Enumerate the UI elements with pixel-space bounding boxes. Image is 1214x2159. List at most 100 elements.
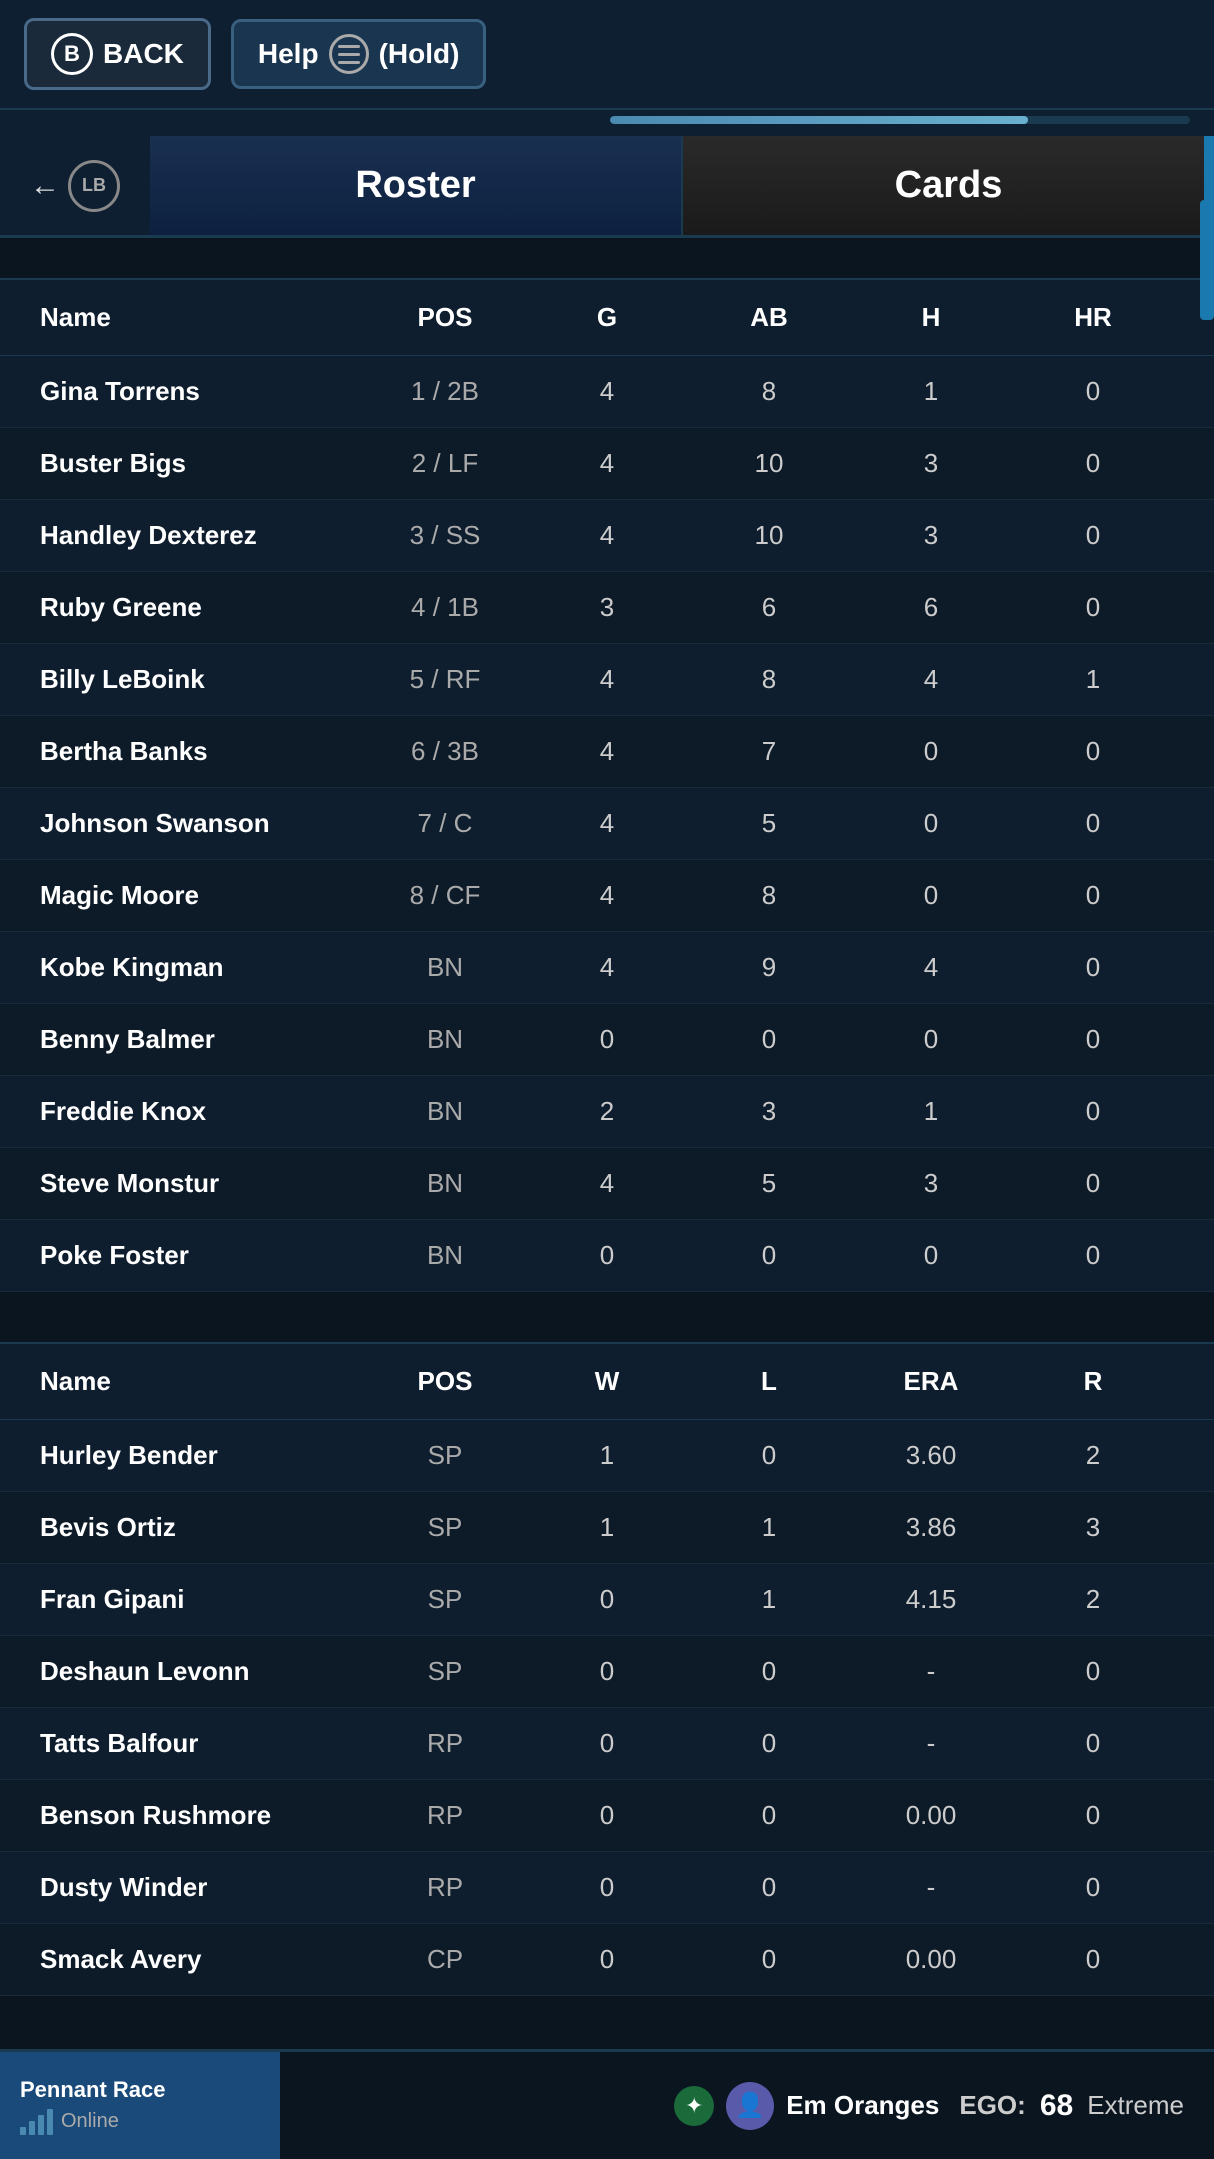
table-row[interactable]: Buster Bigs 2 / LF 4 10 3 0: [0, 428, 1214, 500]
table-row[interactable]: Ruby Greene 4 / 1B 3 6 6 0: [0, 572, 1214, 644]
batter-pos: 5 / RF: [364, 664, 526, 695]
table-row[interactable]: Hurley Bender SP 1 0 3.60 2: [0, 1420, 1214, 1492]
table-row[interactable]: Johnson Swanson 7 / C 4 5 0 0: [0, 788, 1214, 860]
batter-hr: 0: [1012, 1168, 1174, 1199]
table-row[interactable]: Kobe Kingman BN 4 9 4 0: [0, 932, 1214, 1004]
batter-ab: 0: [688, 1240, 850, 1271]
batter-g: 0: [526, 1024, 688, 1055]
tab-roster[interactable]: Roster: [150, 136, 683, 235]
pitcher-w: 0: [526, 1584, 688, 1615]
progress-bar-container: [610, 116, 1190, 124]
cards-tab-label: Cards: [895, 164, 1003, 206]
pitcher-w: 0: [526, 1800, 688, 1831]
pitcher-name: Hurley Bender: [40, 1440, 364, 1471]
table-row[interactable]: Smack Avery CP 0 0 0.00 0: [0, 1924, 1214, 1996]
batters-header-h: H: [850, 302, 1012, 333]
batter-g: 4: [526, 664, 688, 695]
batter-name: Billy LeBoink: [40, 664, 364, 695]
pitcher-name: Smack Avery: [40, 1944, 364, 1975]
batter-hr: 1: [1012, 664, 1174, 695]
table-row[interactable]: Deshaun Levonn SP 0 0 - 0: [0, 1636, 1214, 1708]
signal-bars-icon: [20, 2109, 53, 2135]
batter-pos: BN: [364, 1096, 526, 1127]
batters-header-pos: POS: [364, 302, 526, 333]
pitcher-w: 0: [526, 1872, 688, 1903]
pitcher-pos: SP: [364, 1440, 526, 1471]
batter-hr: 0: [1012, 448, 1174, 479]
batter-pos: 2 / LF: [364, 448, 526, 479]
b-button-icon: B: [51, 33, 93, 75]
left-arrow-icon: ←: [30, 169, 60, 203]
roster-tab-label: Roster: [355, 164, 475, 206]
pitcher-era: 3.60: [850, 1440, 1012, 1471]
batter-pos: 3 / SS: [364, 520, 526, 551]
table-row[interactable]: Fran Gipani SP 0 1 4.15 2: [0, 1564, 1214, 1636]
pitchers-header-pos: POS: [364, 1366, 526, 1397]
table-row[interactable]: Handley Dexterez 3 / SS 4 10 3 0: [0, 500, 1214, 572]
table-row[interactable]: Bertha Banks 6 / 3B 4 7 0 0: [0, 716, 1214, 788]
batter-h: 1: [850, 376, 1012, 407]
ego-label: EGO:: [959, 2090, 1025, 2121]
batter-g: 4: [526, 448, 688, 479]
batter-name: Steve Monstur: [40, 1168, 364, 1199]
pitcher-pos: RP: [364, 1728, 526, 1759]
progress-bar-fill: [610, 116, 1028, 124]
table-row[interactable]: Steve Monstur BN 4 5 3 0: [0, 1148, 1214, 1220]
help-button[interactable]: Help (Hold): [231, 19, 487, 89]
pitcher-w: 0: [526, 1728, 688, 1759]
batter-hr: 0: [1012, 376, 1174, 407]
batter-hr: 0: [1012, 520, 1174, 551]
batter-h: 4: [850, 952, 1012, 983]
ego-info: EGO: 68 Extreme: [959, 2089, 1184, 2123]
online-label: Online: [61, 2110, 119, 2133]
b-label: B: [64, 41, 80, 67]
pitcher-pos: CP: [364, 1944, 526, 1975]
pitcher-name: Dusty Winder: [40, 1872, 364, 1903]
table-row[interactable]: Magic Moore 8 / CF 4 8 0 0: [0, 860, 1214, 932]
batter-pos: 7 / C: [364, 808, 526, 839]
batter-name: Poke Foster: [40, 1240, 364, 1271]
batter-g: 4: [526, 1168, 688, 1199]
pitcher-l: 0: [688, 1440, 850, 1471]
pitcher-l: 1: [688, 1512, 850, 1543]
ego-value: 68: [1040, 2089, 1073, 2123]
back-button[interactable]: B BACK: [24, 18, 211, 90]
pitcher-name: Bevis Ortiz: [40, 1512, 364, 1543]
table-row[interactable]: Poke Foster BN 0 0 0 0: [0, 1220, 1214, 1292]
avatar-icon: 👤: [726, 2082, 774, 2130]
batter-g: 4: [526, 952, 688, 983]
table-row[interactable]: Benny Balmer BN 0 0 0 0: [0, 1004, 1214, 1076]
table-row[interactable]: Billy LeBoink 5 / RF 4 8 4 1: [0, 644, 1214, 716]
batters-header-g: G: [526, 302, 688, 333]
batter-h: 0: [850, 1024, 1012, 1055]
table-row[interactable]: Gina Torrens 1 / 2B 4 8 1 0: [0, 356, 1214, 428]
table-row[interactable]: Freddie Knox BN 2 3 1 0: [0, 1076, 1214, 1148]
pitcher-name: Deshaun Levonn: [40, 1656, 364, 1687]
batter-pos: 8 / CF: [364, 880, 526, 911]
table-row[interactable]: Dusty Winder RP 0 0 - 0: [0, 1852, 1214, 1924]
batters-header-hr: HR: [1012, 302, 1174, 333]
pitcher-pos: SP: [364, 1584, 526, 1615]
tab-cards[interactable]: Cards: [683, 136, 1214, 235]
batter-name: Kobe Kingman: [40, 952, 364, 983]
pitcher-era: 0.00: [850, 1800, 1012, 1831]
table-row[interactable]: Benson Rushmore RP 0 0 0.00 0: [0, 1780, 1214, 1852]
table-row[interactable]: Tatts Balfour RP 0 0 - 0: [0, 1708, 1214, 1780]
menu-icon: [329, 34, 369, 74]
pitchers-header-name: Name: [40, 1366, 364, 1397]
table-row[interactable]: Bevis Ortiz SP 1 1 3.86 3: [0, 1492, 1214, 1564]
batter-g: 4: [526, 376, 688, 407]
pitcher-l: 0: [688, 1944, 850, 1975]
pitcher-w: 0: [526, 1656, 688, 1687]
pitcher-r: 0: [1012, 1800, 1174, 1831]
batters-rows: Gina Torrens 1 / 2B 4 8 1 0 Buster Bigs …: [0, 356, 1214, 1292]
batter-h: 0: [850, 736, 1012, 767]
batter-ab: 9: [688, 952, 850, 983]
batter-name: Benny Balmer: [40, 1024, 364, 1055]
lb-button[interactable]: ← LB: [0, 136, 150, 235]
pitcher-w: 1: [526, 1512, 688, 1543]
pitcher-r: 0: [1012, 1872, 1174, 1903]
scroll-accent[interactable]: [1200, 200, 1214, 320]
batter-name: Handley Dexterez: [40, 520, 364, 551]
pitcher-pos: RP: [364, 1800, 526, 1831]
